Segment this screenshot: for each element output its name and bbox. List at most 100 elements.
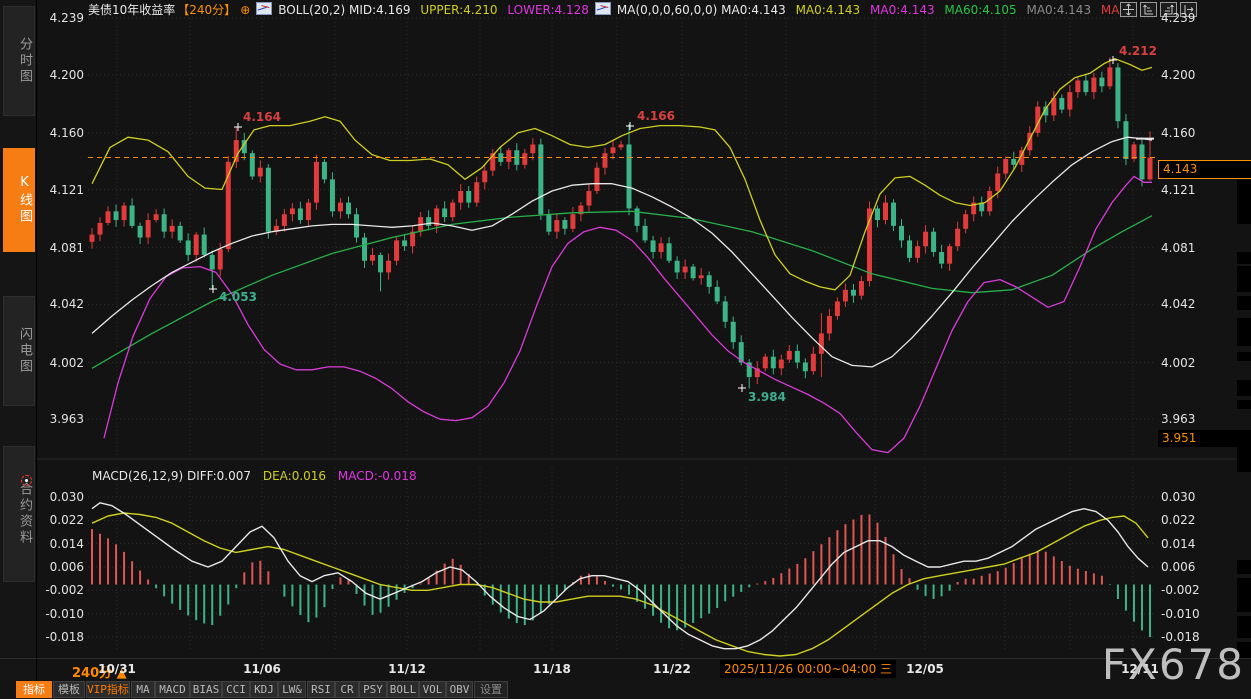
price-annotation: 4.212 <box>1119 44 1157 58</box>
x-axis-label: 11/22 <box>653 662 691 676</box>
crosshair-date-label: 2025/11/26 00:00~04:00 三 <box>720 660 896 678</box>
x-axis-label: 10/31 <box>98 662 136 676</box>
toolbar-button-指标[interactable]: 指标 <box>16 681 52 698</box>
macd-axis-label-left: 0.030 <box>40 490 84 504</box>
right-edge-volume-block <box>1237 318 1251 346</box>
right-edge-volume-block <box>1237 296 1251 310</box>
session-low-tag: 3.951 <box>1158 430 1251 447</box>
x-axis-label: 12/05 <box>906 662 944 676</box>
y-axis-label-left: 3.963 <box>40 412 84 426</box>
toolbar-button-VIP指标[interactable]: VIP指标 <box>86 681 130 698</box>
sidebar-tab-分时图[interactable]: 分时图 <box>3 6 35 116</box>
macd-dea-value: DEA:0.016 <box>263 469 326 483</box>
macd-value: MACD:-0.018 <box>338 469 417 483</box>
indicator-alert-icon[interactable] <box>21 475 32 486</box>
right-edge-volume-block <box>1237 560 1251 574</box>
ma-values: MA(0,0,0,60,0,0) MA0:4.143 <box>617 3 786 17</box>
toolbar-button-模板[interactable]: 模板 <box>53 681 85 698</box>
y-axis-label-left: 4.002 <box>40 356 84 370</box>
ma-indicator-icon <box>595 2 611 15</box>
macd-params: MACD(26,12,9) DIFF:0.007 <box>92 469 251 483</box>
y-axis-label-left: 4.042 <box>40 297 84 311</box>
toolbar-button-BIAS[interactable]: BIAS <box>190 681 222 698</box>
right-edge-volume-block <box>1237 252 1251 264</box>
sidebar-tab-闪电图[interactable]: 闪电图 <box>3 296 35 406</box>
toolbar-button-KDJ[interactable]: KDJ <box>250 681 278 698</box>
x-axis-label: 11/18 <box>533 662 571 676</box>
sidebar-tab-K线图[interactable]: K线图 <box>3 148 35 252</box>
right-edge-volume-block <box>1237 266 1251 292</box>
zoom-add-icon[interactable]: ⊕ <box>240 3 250 17</box>
toolbar-button-RSI[interactable]: RSI <box>307 681 335 698</box>
macd-axis-label-right: 0.030 <box>1161 490 1205 504</box>
toolbar-button-MACD[interactable]: MACD <box>155 681 190 698</box>
toolbar-button-VOL[interactable]: VOL <box>419 681 446 698</box>
macd-axis-label-right: -0.010 <box>1161 607 1205 621</box>
candlestick-chart-canvas[interactable]: 4.164 4.053 4.166 3.984 4.212 <box>0 0 1251 658</box>
chart-header: 美债10年收益率【240分】 ⊕ BOLL(20,2) MID:4.169 UPPE… <box>88 1 1125 18</box>
toolbar-button-BOLL[interactable]: BOLL <box>387 681 419 698</box>
y-axis-label-right: 3.963 <box>1161 412 1205 426</box>
toolbar-button-PSY[interactable]: PSY <box>359 681 387 698</box>
instrument-title: 美债10年收益率 <box>88 3 175 17</box>
macd-axis-label-left: 0.022 <box>40 513 84 527</box>
right-edge-volume-block <box>1237 400 1251 409</box>
macd-axis-label-right: -0.002 <box>1161 583 1205 597</box>
ma-value-gray: MA0:4.143 <box>1026 3 1091 17</box>
ma-value-red: MA <box>1101 3 1120 17</box>
y-axis-label-right: 4.042 <box>1161 297 1205 311</box>
y-axis-label-right: 4.081 <box>1161 241 1205 255</box>
macd-axis-label-right: 0.006 <box>1161 560 1205 574</box>
right-edge-volume-block <box>1237 616 1251 638</box>
macd-header: MACD(26,12,9) DIFF:0.007 DEA:0.016 MACD:… <box>92 469 425 483</box>
macd-axis-label-left: -0.010 <box>40 607 84 621</box>
right-edge-volume-block <box>1237 180 1251 224</box>
period-label: 【240分】 <box>177 3 236 17</box>
y-axis-label-left: 4.160 <box>40 126 84 140</box>
left-scale-icon[interactable] <box>1140 2 1157 17</box>
y-axis-label-right: 4.121 <box>1161 183 1205 197</box>
current-price-tag: 4.143 <box>1158 160 1251 179</box>
price-annotation: 4.053 <box>219 290 257 304</box>
sidebar-tab-合约资料[interactable]: 合约资料 <box>3 446 35 582</box>
indicator-toolbar: 指标模板VIP指标MAMACDBIASCCIKDJLW&RSICRPSYBOLL… <box>0 680 1251 699</box>
y-axis-label-right: 4.160 <box>1161 126 1205 140</box>
right-edge-volume-block <box>1237 578 1251 612</box>
toolbar-button-设置[interactable]: 设置 <box>474 681 508 698</box>
macd-axis-label-right: 0.022 <box>1161 513 1205 527</box>
toolbar-button-CR[interactable]: CR <box>335 681 359 698</box>
toolbar-button-LW&[interactable]: LW& <box>278 681 306 698</box>
price-annotation: 4.164 <box>243 110 281 124</box>
boll-lower-value: LOWER:4.128 <box>507 3 589 17</box>
toolbar-button-CCI[interactable]: CCI <box>222 681 250 698</box>
y-axis-label-right: 4.200 <box>1161 68 1205 82</box>
macd-axis-label-left: 0.014 <box>40 537 84 551</box>
y-axis-label-left: 4.200 <box>40 68 84 82</box>
right-edge-volume-block <box>1237 380 1251 396</box>
macd-axis-label-left: 0.006 <box>40 560 84 574</box>
y-axis-label-right: 4.002 <box>1161 356 1205 370</box>
ma-value-yellow: MA0:4.143 <box>796 3 861 17</box>
y-axis-label-left: 4.121 <box>40 183 84 197</box>
move-crosshair-icon[interactable] <box>1120 2 1137 17</box>
price-annotation: 4.166 <box>637 109 675 123</box>
macd-axis-label-left: -0.018 <box>40 630 84 644</box>
price-annotation: 3.984 <box>748 390 786 404</box>
ma-value-magenta: MA0:4.143 <box>870 3 935 17</box>
macd-axis-label-left: -0.002 <box>40 583 84 597</box>
boll-indicator-icon <box>256 2 272 15</box>
right-edge-volume-block <box>1237 352 1251 361</box>
x-axis-label: 11/12 <box>388 662 426 676</box>
toolbar-button-OBV[interactable]: OBV <box>446 681 473 698</box>
boll-upper-value: UPPER:4.210 <box>420 3 497 17</box>
fx678-watermark: FX678 <box>1102 640 1245 689</box>
x-axis-row: 240分 ▲ 2025/11/26 00:00~04:00 三 10/3111/… <box>0 658 1251 681</box>
x-axis-label: 11/06 <box>243 662 281 676</box>
y-axis-label-left: 4.239 <box>40 11 84 25</box>
chart-type-sidebar: 分时图 K线图闪电图合约资料 <box>0 0 37 699</box>
boll-values: BOLL(20,2) MID:4.169 <box>278 3 410 17</box>
macd-axis-label-right: 0.014 <box>1161 537 1205 551</box>
y-axis-label-left: 4.081 <box>40 241 84 255</box>
ma60-value: MA60:4.105 <box>944 3 1016 17</box>
toolbar-button-MA[interactable]: MA <box>131 681 155 698</box>
